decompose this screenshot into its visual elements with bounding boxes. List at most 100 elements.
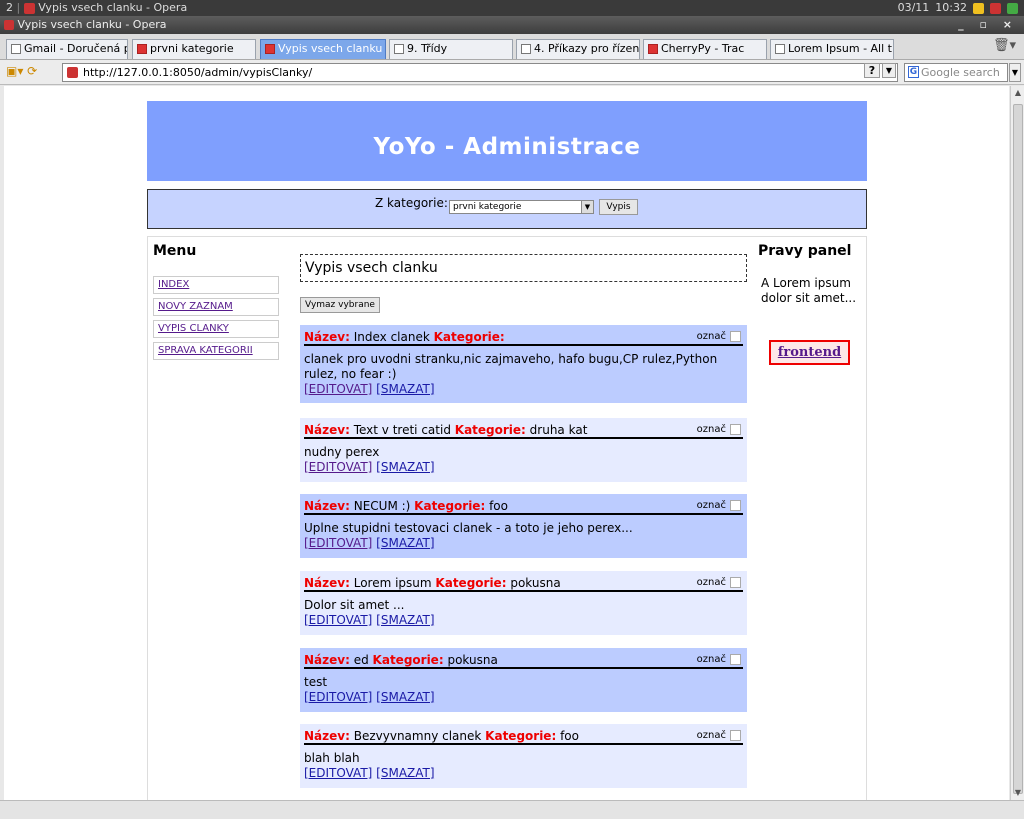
date: 03/11 xyxy=(897,1,930,14)
mark-checkbox[interactable] xyxy=(730,576,741,588)
tab-label: CherryPy - Trac xyxy=(661,42,745,55)
trash-icon[interactable]: 🗑▾ xyxy=(993,38,1016,53)
vertical-scrollbar[interactable]: ▲ ▼ xyxy=(1010,86,1024,800)
search-placeholder: Google search xyxy=(921,66,1000,79)
tab-label: Gmail - Doručená p... xyxy=(24,42,127,55)
name-label: Název: xyxy=(304,499,350,513)
delete-link[interactable]: [SMAZAT] xyxy=(376,690,434,704)
tab-prvni-kategorie[interactable]: prvni kategorie xyxy=(132,39,256,59)
list-title: Vypis vsech clanku xyxy=(300,254,747,282)
opera-tray-icon[interactable] xyxy=(990,2,1001,14)
update-tray-icon[interactable] xyxy=(1007,2,1018,14)
filter-bar: Z kategorie: prvni kategorie ▼ Vypis xyxy=(147,189,867,229)
article-links: [EDITOVAT] [SMAZAT] xyxy=(304,690,743,705)
vypis-button[interactable]: Vypis xyxy=(599,199,638,215)
page-icon xyxy=(11,44,21,54)
article-perex: test xyxy=(304,675,328,689)
help-icon[interactable]: ? xyxy=(864,63,880,78)
delete-link[interactable]: [SMAZAT] xyxy=(376,460,434,474)
article-links: [EDITOVAT] [SMAZAT] xyxy=(304,536,743,551)
address-toolbar: ▣▾ ⟳ http://127.0.0.1:8050/admin/vypisCl… xyxy=(0,60,1024,85)
clock: 10:32 xyxy=(935,1,967,14)
article-item: Název: Index clanek Kategorie: označ cla… xyxy=(300,325,747,403)
scroll-down-icon[interactable]: ▼ xyxy=(1011,786,1024,800)
article-name: Index clanek xyxy=(353,330,430,344)
article-item: Název: Text v treti catid Kategorie: dru… xyxy=(300,418,747,482)
category-select[interactable]: prvni kategorie ▼ xyxy=(449,200,594,214)
search-input[interactable]: G Google search xyxy=(904,63,1008,82)
category-label: Kategorie: xyxy=(454,423,526,437)
article-perex: blah blah xyxy=(304,751,360,765)
tab-vypis-vsech-clanku[interactable]: Vypis vsech clanku xyxy=(260,39,386,59)
category-select-value: prvni kategorie xyxy=(453,202,522,212)
window-title: Vypis vsech clanku - Opera xyxy=(17,18,167,31)
scroll-up-icon[interactable]: ▲ xyxy=(1011,86,1024,100)
edit-link[interactable]: [EDITOVAT] xyxy=(304,460,372,474)
search-engine-dropdown[interactable]: ▼ xyxy=(1009,63,1021,82)
delete-link[interactable]: [SMAZAT] xyxy=(376,536,434,550)
tab-gmail[interactable]: Gmail - Doručená p... xyxy=(6,39,128,59)
mark-checkbox[interactable] xyxy=(730,729,741,741)
window-controls[interactable]: _ ▫ × xyxy=(958,16,1018,34)
article-links: [EDITOVAT] [SMAZAT] xyxy=(304,613,743,628)
page-header: YoYo - Administrace xyxy=(147,101,867,181)
taskbar-window-label[interactable]: Vypis vsech clanku - Opera xyxy=(38,1,187,14)
name-label: Název: xyxy=(304,330,350,344)
category-label: Kategorie: xyxy=(372,653,444,667)
google-icon: G xyxy=(908,66,919,78)
mark-checkbox[interactable] xyxy=(730,423,741,435)
mark-checkbox[interactable] xyxy=(730,653,741,665)
tab-label: 4. Příkazy pro řízení... xyxy=(534,42,640,55)
scrollbar-thumb[interactable] xyxy=(1013,104,1023,794)
mark-control: označ xyxy=(697,422,741,438)
article-links: [EDITOVAT] [SMAZAT] xyxy=(304,460,743,475)
os-taskbar: 2 | Vypis vsech clanku - Opera 03/11 10:… xyxy=(0,0,1024,16)
tab-tridy[interactable]: 9. Třídy xyxy=(389,39,513,59)
article-header: Název: Index clanek Kategorie: označ xyxy=(304,329,743,346)
article-perex: Uplne stupidni testovaci clanek - a toto… xyxy=(304,521,633,535)
panel-toggle-icon[interactable]: ▣▾ ⟳ xyxy=(6,64,37,78)
chevron-down-icon[interactable]: ▼ xyxy=(882,63,896,78)
tab-lorem-ipsum[interactable]: Lorem Ipsum - All t... xyxy=(770,39,894,59)
mark-label: označ xyxy=(696,500,726,511)
delete-selected-button[interactable]: Vymaz vybrane xyxy=(300,297,380,313)
address-url: http://127.0.0.1:8050/admin/vypisClanky/ xyxy=(83,66,313,79)
category-label: Kategorie: xyxy=(485,729,557,743)
article-header: Název: NECUM :) Kategorie: foo označ xyxy=(304,498,743,515)
article-category: pokusna xyxy=(510,576,561,590)
menu-item-index[interactable]: INDEX xyxy=(153,276,279,294)
frontend-link[interactable]: frontend xyxy=(769,340,850,365)
menu-item-sprava-kategorii[interactable]: SPRAVA KATEGORII xyxy=(153,342,279,360)
edit-link[interactable]: [EDITOVAT] xyxy=(304,766,372,780)
edit-link[interactable]: [EDITOVAT] xyxy=(304,613,372,627)
page-viewport: YoYo - Administrace Z kategorie: prvni k… xyxy=(4,86,1009,800)
article-name: NECUM :) xyxy=(353,499,411,513)
mark-checkbox[interactable] xyxy=(730,330,741,342)
mark-label: označ xyxy=(696,654,726,665)
article-header: Název: Bezvyvnamny clanek Kategorie: foo… xyxy=(304,728,743,745)
leaf-icon xyxy=(648,44,658,54)
tab-label: Vypis vsech clanku xyxy=(278,42,383,55)
mark-checkbox[interactable] xyxy=(730,499,741,511)
delete-link[interactable]: [SMAZAT] xyxy=(376,382,434,396)
delete-link[interactable]: [SMAZAT] xyxy=(376,766,434,780)
article-header: Název: Text v treti catid Kategorie: dru… xyxy=(304,422,743,439)
delete-link[interactable]: [SMAZAT] xyxy=(376,613,434,627)
menu-item-novy-zaznam[interactable]: NOVY ZAZNAM xyxy=(153,298,279,316)
mark-label: označ xyxy=(696,577,726,588)
tab-label: prvni kategorie xyxy=(150,42,234,55)
edit-link[interactable]: [EDITOVAT] xyxy=(304,382,372,396)
tab-cherrypy[interactable]: CherryPy - Trac xyxy=(643,39,767,59)
article-header: Název: Lorem ipsum Kategorie: pokusna oz… xyxy=(304,575,743,592)
edit-link[interactable]: [EDITOVAT] xyxy=(304,690,372,704)
tab-prikazy[interactable]: 4. Příkazy pro řízení... xyxy=(516,39,640,59)
workspace-number[interactable]: 2 xyxy=(6,1,13,14)
article-name: Bezvyvnamny clanek xyxy=(353,729,482,743)
mark-control: označ xyxy=(697,652,741,668)
name-label: Název: xyxy=(304,729,350,743)
menu-item-vypis-clanky[interactable]: VYPIS CLANKY xyxy=(153,320,279,338)
address-field[interactable]: http://127.0.0.1:8050/admin/vypisClanky/ xyxy=(62,63,898,82)
tab-bar: Gmail - Doručená p... prvni kategorie Vy… xyxy=(0,34,1024,60)
notes-tray-icon[interactable] xyxy=(973,2,984,14)
edit-link[interactable]: [EDITOVAT] xyxy=(304,536,372,550)
